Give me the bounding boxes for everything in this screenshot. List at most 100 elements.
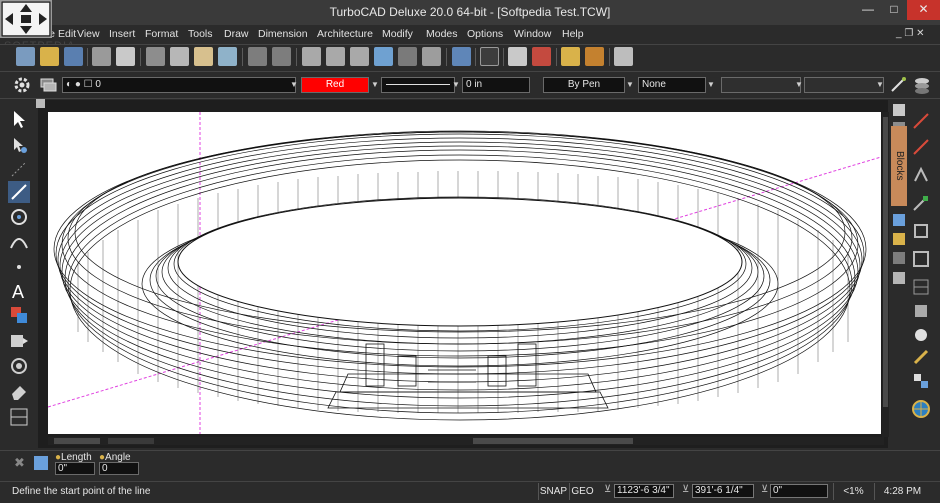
drawing-canvas[interactable] (47, 112, 882, 434)
print-icon[interactable] (92, 47, 111, 66)
menu-options[interactable]: Options (467, 25, 503, 43)
point-tool-icon[interactable] (8, 158, 30, 180)
palette-icon-1[interactable] (893, 104, 905, 116)
snap-endpoint-icon[interactable] (912, 194, 930, 212)
modify-tool-icon[interactable] (8, 406, 30, 428)
y-coordinate-field[interactable]: 391'-6 1/4" (692, 484, 754, 498)
angle-input[interactable]: 0 (99, 462, 139, 475)
snap-tangent-icon[interactable] (912, 302, 930, 320)
snap-tool-icon[interactable] (8, 355, 30, 377)
line-width-field[interactable]: 0 in (462, 77, 530, 93)
layer-dropdown-icon[interactable]: ▼ (289, 77, 299, 93)
color-dropdown-icon[interactable]: ▼ (370, 77, 380, 93)
render-icon[interactable] (422, 47, 441, 66)
pencil-icon[interactable] (889, 76, 907, 94)
extra-dropdown-1-icon[interactable]: ▼ (794, 77, 804, 93)
layer-field[interactable]: ◐ ● ☐ 0 (62, 77, 296, 93)
palette-icon-5[interactable] (893, 252, 905, 264)
snap-center-icon[interactable] (912, 250, 930, 268)
eraser-icon[interactable] (508, 47, 527, 66)
format-painter-icon[interactable] (218, 47, 237, 66)
snap-grid-icon[interactable] (912, 278, 930, 296)
menu-help[interactable]: Help (562, 25, 584, 43)
menu-format[interactable]: Format (145, 25, 178, 43)
line-style-dropdown-icon[interactable]: ▼ (451, 77, 461, 93)
layers-icon[interactable] (38, 75, 58, 95)
minimize-button[interactable]: — (855, 0, 881, 20)
spellcheck-icon[interactable] (452, 47, 471, 66)
menu-modes[interactable]: Modes (426, 25, 458, 43)
x-coordinate-field[interactable]: 1123'-6 3/4" (614, 484, 674, 498)
line-style-field[interactable] (381, 77, 455, 93)
menu-window[interactable]: Window (514, 25, 551, 43)
close-button[interactable]: ✕ (907, 0, 940, 20)
length-input[interactable]: 0" (55, 462, 95, 475)
menu-insert[interactable]: Insert (109, 25, 135, 43)
design-director-icon[interactable] (585, 47, 604, 66)
blocks-tab[interactable]: Blocks (891, 126, 907, 206)
pen-dropdown-icon[interactable]: ▼ (625, 77, 635, 93)
zoom-window-icon[interactable] (302, 47, 321, 66)
snap-line-icon[interactable] (912, 138, 930, 156)
menu-tools[interactable]: Tools (188, 25, 213, 43)
point-marker-icon[interactable] (8, 256, 30, 278)
fill-field[interactable]: None (638, 77, 706, 93)
arrow-select-icon[interactable] (8, 108, 30, 130)
geo-toggle[interactable]: GEO (569, 483, 595, 500)
menu-view[interactable]: View (77, 25, 100, 43)
eraser-tool-icon[interactable] (8, 380, 30, 402)
snap-midpoint-icon[interactable] (912, 222, 930, 240)
redo-icon[interactable] (272, 47, 291, 66)
snap-intersection-icon[interactable] (912, 326, 930, 344)
extra-field-2[interactable] (804, 77, 884, 93)
circle-icon[interactable] (8, 206, 30, 228)
menu-modify[interactable]: Modify (382, 25, 413, 43)
pen-field[interactable]: By Pen (543, 77, 625, 93)
properties-icon[interactable] (614, 47, 633, 66)
dimension-icon[interactable] (8, 330, 30, 352)
menu-dimension[interactable]: Dimension (258, 25, 308, 43)
vertical-scrollbar[interactable] (882, 112, 889, 437)
redraw-icon[interactable] (398, 47, 417, 66)
library-icon[interactable] (561, 47, 580, 66)
zoom-out-icon[interactable] (350, 47, 369, 66)
undo-icon[interactable] (248, 47, 267, 66)
hatch-icon[interactable] (8, 304, 30, 326)
settings-gear-icon[interactable] (12, 75, 32, 95)
material-icon[interactable] (532, 47, 551, 66)
z-coordinate-field[interactable]: 0" (770, 484, 828, 498)
mdi-window-controls[interactable]: _ ❐ ✕ (896, 25, 924, 43)
line-icon[interactable] (8, 181, 30, 203)
snap-toggle[interactable]: SNAP (538, 483, 568, 500)
fill-dropdown-icon[interactable]: ▼ (706, 77, 716, 93)
zoom-extents-icon[interactable] (374, 47, 393, 66)
menu-draw[interactable]: Draw (224, 25, 249, 43)
palette-icon-3[interactable] (893, 214, 905, 226)
save-icon[interactable] (64, 47, 83, 66)
new-file-icon[interactable] (16, 47, 35, 66)
snap-quadrant-icon[interactable] (912, 372, 930, 390)
snap-perpendicular-icon[interactable] (912, 348, 930, 366)
curve-tool-icon[interactable] (8, 230, 30, 252)
palette-icon-6[interactable] (893, 272, 905, 284)
snap-global-icon[interactable] (911, 399, 931, 419)
finish-icon[interactable] (34, 456, 48, 470)
extra-dropdown-2-icon[interactable]: ▼ (875, 77, 885, 93)
menu-architecture[interactable]: Architecture (317, 25, 373, 43)
edit-tool-icon[interactable] (8, 134, 30, 156)
snap-magnet-icon[interactable] (912, 112, 930, 130)
sheet-tabs[interactable] (48, 437, 173, 445)
palette-icon-4[interactable] (893, 233, 905, 245)
copy-icon[interactable] (170, 47, 189, 66)
color-field[interactable]: Red (301, 77, 369, 93)
extra-field-1[interactable] (721, 77, 801, 93)
open-folder-icon[interactable] (40, 47, 59, 66)
paste-icon[interactable] (194, 47, 213, 66)
snap-vertex-icon[interactable] (912, 166, 930, 184)
maximize-button[interactable]: □ (881, 0, 907, 20)
grid-icon[interactable] (480, 47, 499, 66)
cut-icon[interactable] (146, 47, 165, 66)
text-icon[interactable]: A (8, 280, 30, 302)
horizontal-scrollbar[interactable] (48, 437, 884, 445)
zoom-in-icon[interactable] (326, 47, 345, 66)
